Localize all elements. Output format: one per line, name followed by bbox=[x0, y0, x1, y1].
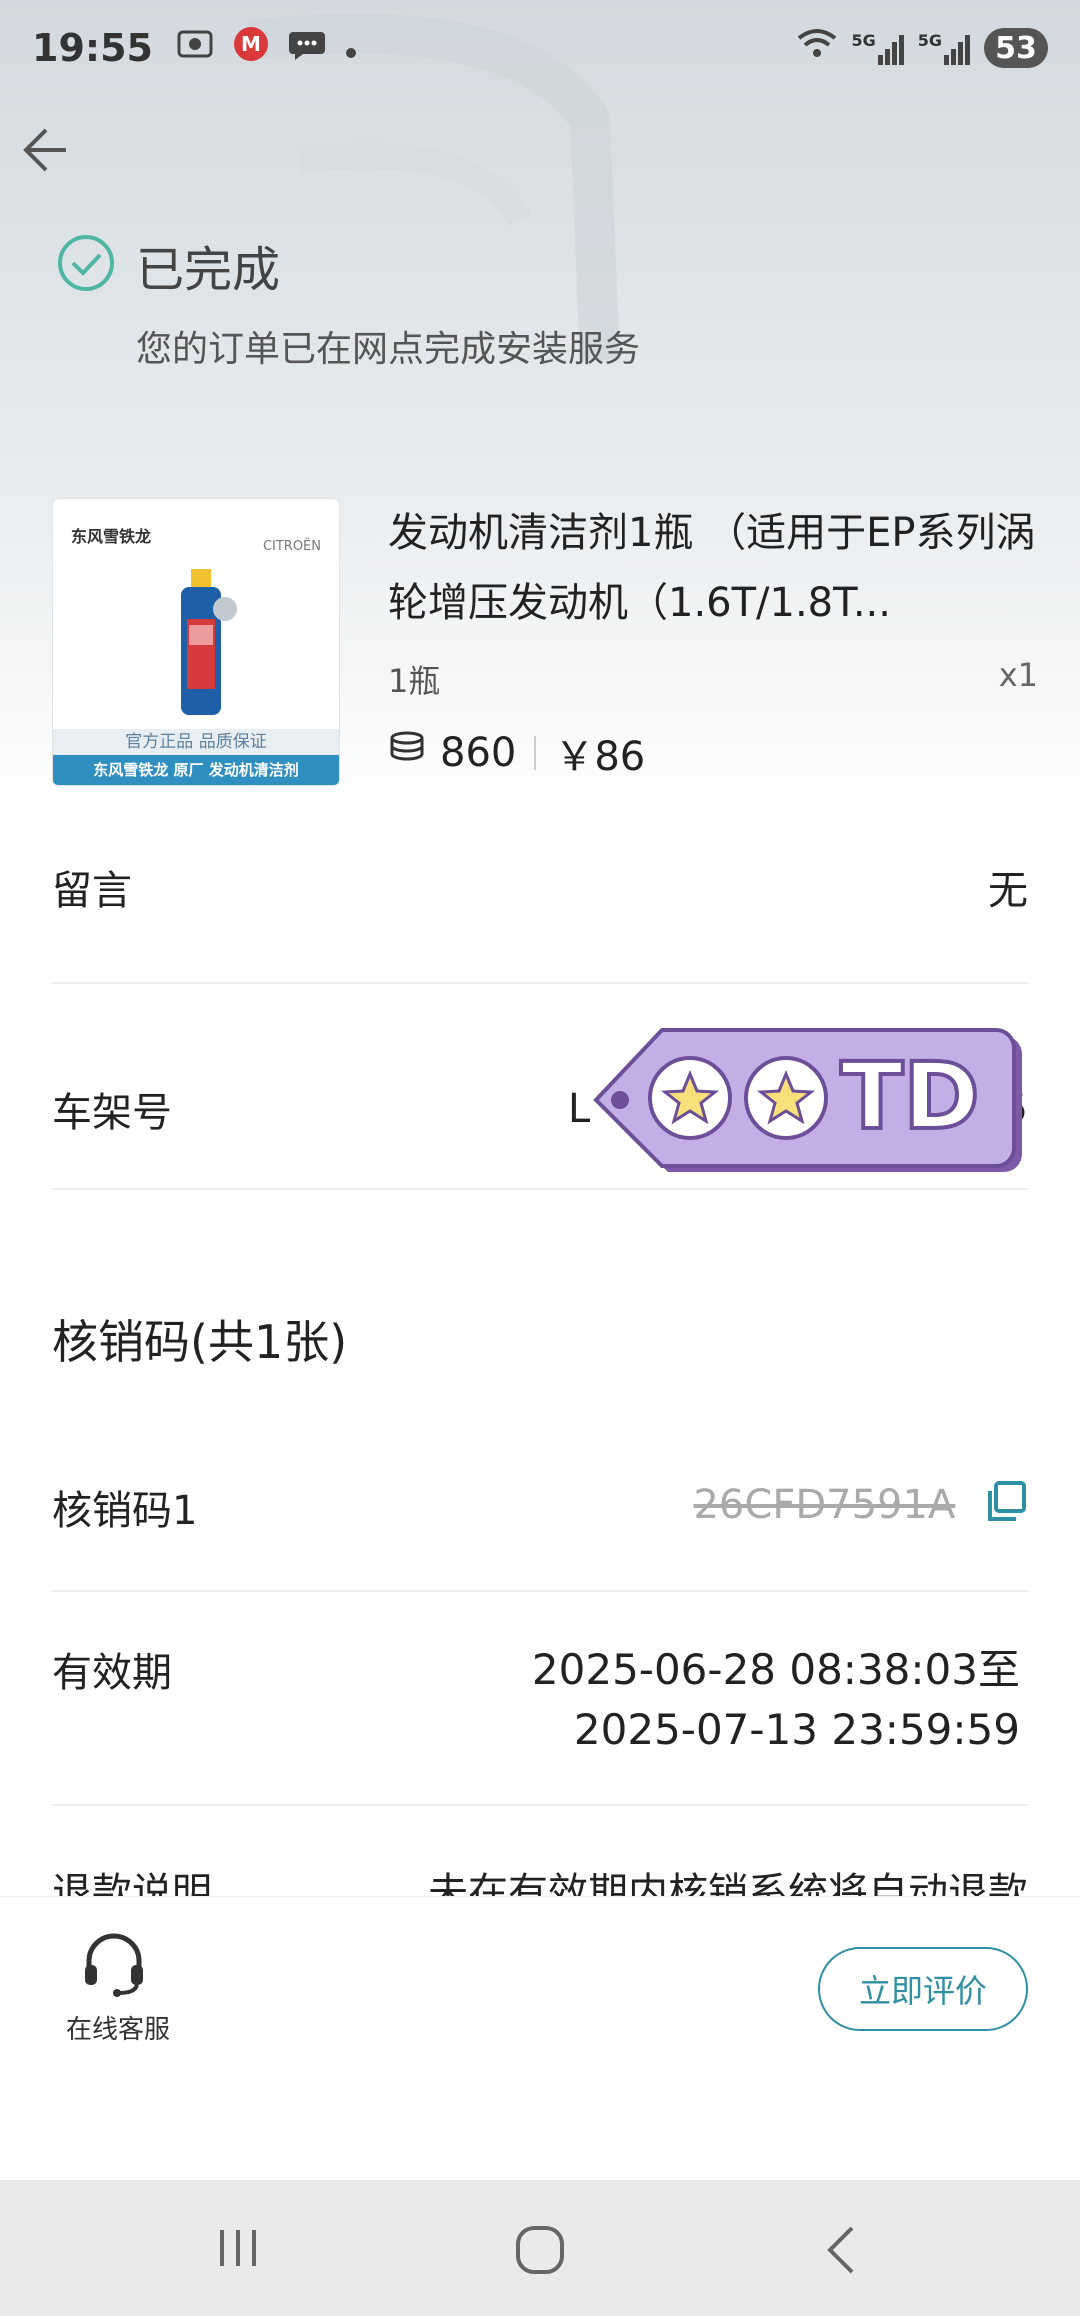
message-label: 留言 bbox=[52, 868, 132, 914]
code-value: 26CFD7591A bbox=[693, 1482, 956, 1528]
order-status: 已完成 bbox=[56, 230, 280, 300]
product-image-tag-2: 东风雪铁龙 原厂 发动机清洁剂 bbox=[53, 755, 339, 785]
divider bbox=[52, 1804, 1028, 1806]
bottle-illustration bbox=[181, 569, 237, 715]
validity-row: 有效期 2025-06-28 08:38:03至 2025-07-13 23:5… bbox=[52, 1640, 1028, 1760]
headset-icon bbox=[85, 1933, 143, 1997]
validity-label: 有效期 bbox=[52, 1650, 172, 1696]
validity-value: 2025-06-28 08:38:03至 2025-07-13 23:59:59 bbox=[532, 1640, 1028, 1760]
vin-label: 车架号 bbox=[52, 1090, 172, 1136]
svg-text:M: M bbox=[241, 32, 261, 56]
app-notification-icon: M bbox=[231, 24, 271, 73]
home-icon bbox=[516, 2226, 564, 2274]
refund-value: 未在有效期内核销系统将自动退款 bbox=[428, 1870, 1028, 1896]
divider bbox=[52, 1188, 1028, 1190]
status-time: 19:55 bbox=[32, 26, 153, 70]
order-status-subtitle: 您的订单已在网点完成安装服务 bbox=[136, 329, 641, 370]
review-button[interactable]: 立即评价 bbox=[818, 1947, 1028, 2031]
chevron-left-icon bbox=[827, 2226, 854, 2274]
customer-service-button[interactable]: 在线客服 bbox=[66, 1931, 171, 2046]
product-spec: 1瓶 bbox=[388, 662, 441, 700]
network-type-2: 5G bbox=[917, 31, 942, 50]
battery-indicator: 53 bbox=[984, 28, 1048, 68]
divider bbox=[52, 982, 1028, 984]
network-type-1: 5G bbox=[851, 31, 876, 50]
check-circle-icon bbox=[56, 233, 116, 297]
refund-label: 退款说明 bbox=[52, 1870, 212, 1896]
customer-service-label: 在线客服 bbox=[66, 2015, 171, 2045]
validity-end: 2025-07-13 23:59:59 bbox=[573, 1705, 1020, 1754]
signal-icon-1: 5G bbox=[851, 31, 905, 65]
recent-apps-button[interactable] bbox=[214, 2224, 262, 2276]
system-nav-bar bbox=[0, 2180, 1080, 2316]
copy-icon[interactable] bbox=[982, 1479, 1028, 1535]
arrow-left-icon bbox=[23, 128, 66, 172]
code-value-wrap: 26CFD7591A bbox=[693, 1479, 1028, 1535]
dot-icon bbox=[343, 26, 359, 70]
refund-row: 退款说明 未在有效期内核销系统将自动退款 bbox=[52, 1860, 1028, 1896]
bottom-action-bar: 在线客服 立即评价 bbox=[0, 1896, 1080, 2180]
product-title: 发动机清洁剂1瓶 （适用于EP系列涡轮增压发动机（1.6T/1.8T... bbox=[388, 510, 1036, 626]
product-points: 860 bbox=[440, 730, 517, 776]
message-value: 无 bbox=[988, 868, 1028, 914]
vin-value-start: L bbox=[568, 1086, 591, 1132]
product-image: 东风雪铁龙 CITROËN 官方正品 品质保证 东风雪铁龙 原厂 发动机清洁剂 bbox=[52, 498, 340, 786]
status-bar: 19:55 M 5G 5G 53 bbox=[0, 0, 1080, 96]
product-image-brand: 东风雪铁龙 bbox=[71, 527, 152, 546]
message-icon bbox=[287, 24, 327, 73]
codes-section-title: 核销码(共1张) bbox=[52, 1315, 348, 1369]
watermark-sticker: TD bbox=[590, 1028, 1026, 1182]
wifi-icon bbox=[795, 24, 839, 73]
coins-icon bbox=[388, 729, 426, 777]
screenshot-icon bbox=[175, 24, 215, 73]
product-quantity: x1 bbox=[998, 656, 1038, 694]
product-price: 860 ￥86 bbox=[388, 724, 645, 782]
product-price-value: ￥86 bbox=[554, 734, 646, 780]
home-button[interactable] bbox=[514, 2224, 566, 2280]
sticker-text: TD bbox=[840, 1043, 979, 1150]
code-label: 核销码1 bbox=[52, 1488, 198, 1534]
back-button[interactable] bbox=[22, 120, 72, 180]
code-row: 核销码1 26CFD7591A bbox=[52, 1478, 1028, 1536]
refund-row-clip: 退款说明 未在有效期内核销系统将自动退款 bbox=[0, 1860, 1080, 1896]
price-separator bbox=[534, 736, 537, 770]
message-row: 留言 无 bbox=[52, 858, 1028, 916]
signal-icon-2: 5G bbox=[918, 31, 972, 65]
divider bbox=[52, 1590, 1028, 1592]
product-image-tag-1: 官方正品 品质保证 bbox=[53, 729, 339, 755]
product-card[interactable]: 东风雪铁龙 CITROËN 官方正品 品质保证 东风雪铁龙 原厂 发动机清洁剂 … bbox=[52, 498, 1038, 788]
order-status-title: 已完成 bbox=[136, 242, 281, 298]
validity-start: 2025-06-28 08:38:03至 bbox=[531, 1645, 1020, 1694]
recent-apps-icon bbox=[220, 2230, 256, 2266]
system-back-button[interactable] bbox=[818, 2224, 866, 2280]
product-image-brand-right: CITROËN bbox=[262, 539, 321, 554]
